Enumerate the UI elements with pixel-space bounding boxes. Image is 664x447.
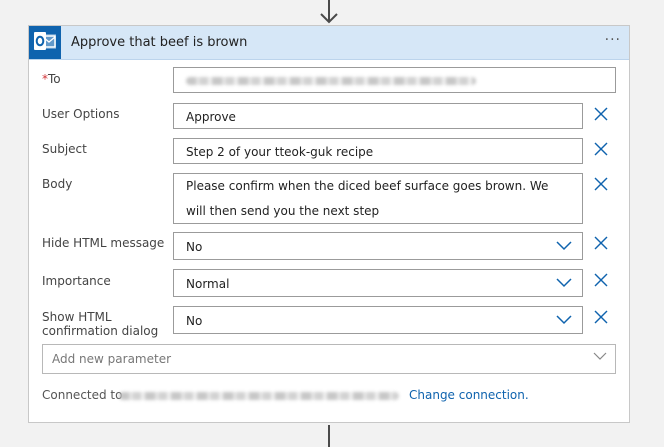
remove-subject-icon[interactable] — [594, 142, 608, 156]
remove-importance-icon[interactable] — [594, 273, 608, 287]
chevron-down-icon — [556, 241, 572, 251]
hide-html-dropdown[interactable]: No — [173, 232, 583, 260]
add-parameter-placeholder: Add new parameter — [52, 352, 172, 366]
remove-body-icon[interactable] — [594, 177, 608, 191]
connected-to-label: Connected to — [42, 388, 123, 402]
remove-user-options-icon[interactable] — [594, 107, 608, 121]
importance-label: Importance — [42, 274, 111, 288]
redacted-account — [119, 392, 399, 400]
hide-html-value: No — [186, 240, 203, 254]
flow-connector-line — [328, 425, 330, 447]
importance-value: Normal — [186, 277, 230, 291]
flow-arrow-icon — [320, 0, 338, 24]
card-title: Approve that beef is brown — [71, 35, 248, 50]
body-field[interactable]: Please confirm when the diced beef surfa… — [173, 173, 583, 224]
subject-value: Step 2 of your tteok-guk recipe — [186, 145, 374, 159]
subject-label: Subject — [42, 142, 87, 156]
user-options-label: User Options — [42, 107, 120, 121]
body-label: Body — [42, 177, 73, 191]
change-connection-link[interactable]: Change connection. — [409, 388, 529, 402]
chevron-down-icon — [556, 278, 572, 288]
show-html-confirm-dropdown[interactable]: No — [173, 306, 583, 334]
redacted-email — [186, 77, 476, 85]
to-label: *To — [42, 72, 61, 86]
action-card: Approve that beef is brown ··· *To User … — [28, 25, 630, 423]
outlook-icon — [29, 26, 61, 59]
more-options-button[interactable]: ··· — [605, 32, 621, 48]
user-options-value: Approve — [186, 110, 236, 124]
to-field[interactable] — [173, 67, 616, 93]
show-html-confirm-value: No — [186, 314, 203, 328]
chevron-down-icon — [593, 352, 607, 360]
hide-html-label: Hide HTML message — [42, 236, 165, 250]
show-html-confirm-label: Show HTML confirmation dialog — [42, 310, 159, 338]
remove-hide-html-icon[interactable] — [594, 236, 608, 250]
remove-show-html-confirm-icon[interactable] — [594, 310, 608, 324]
to-label-text: To — [48, 72, 61, 86]
subject-field[interactable]: Step 2 of your tteok-guk recipe — [173, 138, 583, 164]
importance-dropdown[interactable]: Normal — [173, 269, 583, 297]
add-parameter-dropdown[interactable]: Add new parameter — [42, 344, 616, 374]
user-options-field[interactable]: Approve — [173, 103, 583, 129]
chevron-down-icon — [556, 315, 572, 325]
card-header[interactable]: Approve that beef is brown ··· — [29, 26, 629, 60]
body-value: Please confirm when the diced beef surfa… — [186, 179, 549, 218]
